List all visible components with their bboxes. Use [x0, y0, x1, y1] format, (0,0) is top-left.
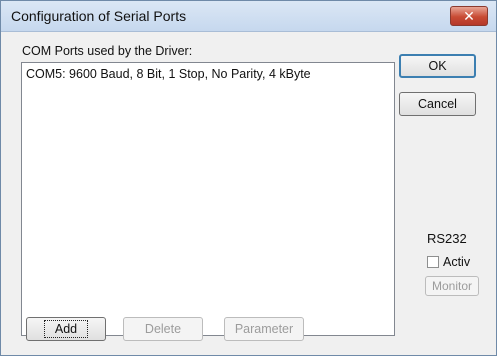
add-button[interactable]: Add: [26, 317, 106, 341]
ok-button-label: OK: [428, 59, 447, 73]
title-bar[interactable]: Configuration of Serial Ports ✕: [1, 1, 496, 32]
monitor-button[interactable]: Monitor: [425, 276, 479, 296]
delete-button-label: Delete: [144, 322, 182, 336]
parameter-button-label: Parameter: [234, 322, 294, 336]
activ-checkbox-group[interactable]: Activ: [427, 255, 470, 269]
com-ports-listbox[interactable]: COM5: 9600 Baud, 8 Bit, 1 Stop, No Parit…: [21, 62, 395, 336]
activ-checkbox[interactable]: [427, 256, 439, 268]
dialog-client-area: COM Ports used by the Driver: COM5: 9600…: [7, 32, 490, 350]
delete-button[interactable]: Delete: [123, 317, 203, 341]
close-button[interactable]: ✕: [450, 6, 488, 26]
list-item[interactable]: COM5: 9600 Baud, 8 Bit, 1 Stop, No Parit…: [26, 67, 311, 81]
monitor-button-label: Monitor: [431, 279, 472, 293]
rs232-label: RS232: [427, 231, 467, 246]
parameter-button[interactable]: Parameter: [224, 317, 304, 341]
add-button-label: Add: [43, 320, 89, 338]
dialog-window: Configuration of Serial Ports ✕ COM Port…: [0, 0, 497, 356]
cancel-button[interactable]: Cancel: [399, 92, 476, 116]
dialog-title: Configuration of Serial Ports: [11, 8, 187, 24]
com-ports-label: COM Ports used by the Driver:: [22, 44, 193, 58]
cancel-button-label: Cancel: [418, 97, 457, 111]
close-icon: ✕: [463, 7, 475, 24]
ok-button[interactable]: OK: [399, 54, 476, 78]
activ-label[interactable]: Activ: [443, 255, 470, 269]
